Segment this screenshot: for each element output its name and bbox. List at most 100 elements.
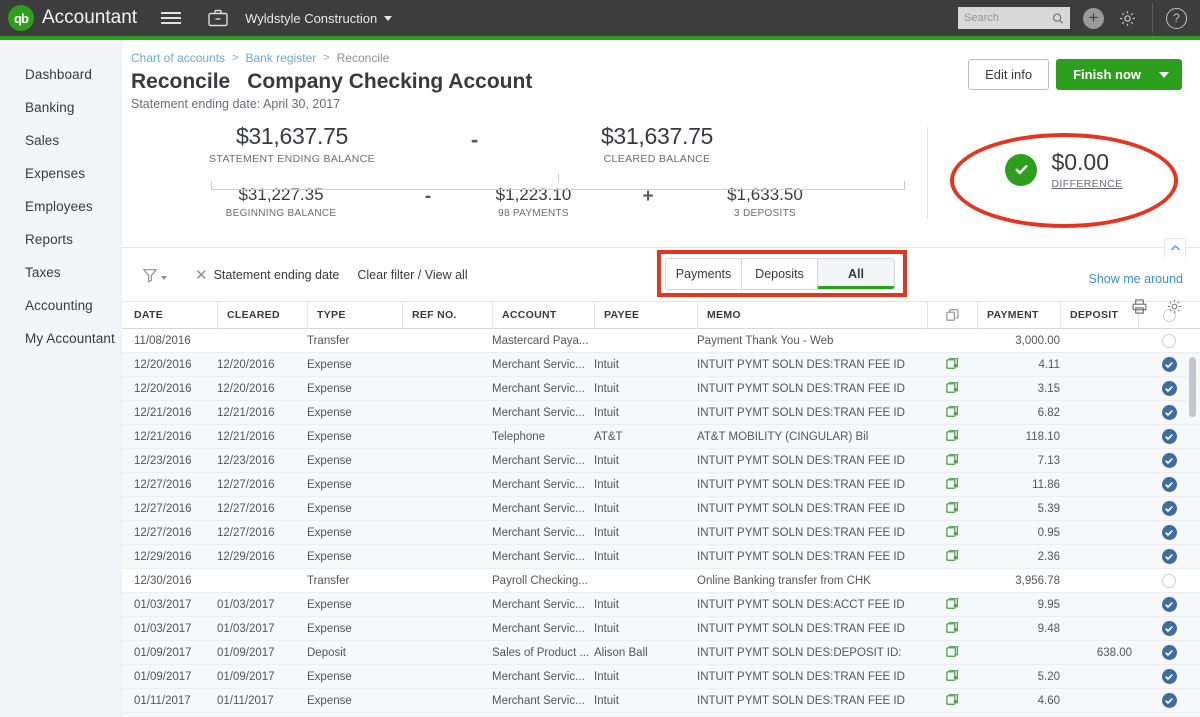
table-row[interactable]: 12/21/201612/21/2016ExpenseMerchant Serv… bbox=[122, 401, 1200, 425]
cell-attachment[interactable] bbox=[927, 525, 977, 540]
cleared-checkbox-unchecked[interactable] bbox=[1162, 574, 1176, 588]
cleared-checkbox-checked[interactable] bbox=[1162, 621, 1177, 636]
cleared-checkbox-checked[interactable] bbox=[1162, 525, 1177, 540]
table-row[interactable]: 01/09/201701/09/2017DepositSales of Prod… bbox=[122, 641, 1200, 665]
cell-memo: INTUIT PYMT SOLN DES:TRAN FEE ID bbox=[697, 551, 927, 563]
col-header-payee[interactable]: PAYEE bbox=[594, 302, 697, 329]
col-header-payment[interactable]: PAYMENT (USD) bbox=[977, 302, 1060, 329]
company-switcher[interactable]: Wyldstyle Construction bbox=[245, 11, 392, 26]
cell-cleared-date: 01/03/2017 bbox=[217, 623, 307, 635]
cleared-checkbox-checked[interactable] bbox=[1162, 477, 1177, 492]
cell-cleared-date: 12/27/2016 bbox=[217, 527, 307, 539]
difference-label[interactable]: DIFFERENCE bbox=[1051, 178, 1122, 190]
table-row[interactable]: 12/20/201612/20/2016ExpenseMerchant Serv… bbox=[122, 377, 1200, 401]
hamburger-menu-icon[interactable] bbox=[161, 12, 181, 24]
table-row[interactable]: 01/11/201701/11/2017ExpenseMerchant Serv… bbox=[122, 689, 1200, 713]
search-container[interactable] bbox=[958, 7, 1070, 29]
table-row[interactable]: 12/21/201612/21/2016ExpenseTelephoneAT&T… bbox=[122, 425, 1200, 449]
cleared-checkbox-checked[interactable] bbox=[1162, 549, 1177, 564]
cleared-checkbox-checked[interactable] bbox=[1162, 501, 1177, 516]
cleared-checkbox-checked[interactable] bbox=[1162, 693, 1177, 708]
table-row[interactable]: 01/09/201701/09/2017ExpenseMerchant Serv… bbox=[122, 665, 1200, 689]
table-row[interactable]: 11/08/2016TransferMastercard Paya...Paym… bbox=[122, 329, 1200, 353]
sidebar-item-sales[interactable]: Sales bbox=[0, 124, 121, 157]
table-row[interactable]: 12/29/201612/29/2016ExpenseMerchant Serv… bbox=[122, 545, 1200, 569]
sidebar-item-expenses[interactable]: Expenses bbox=[0, 157, 121, 190]
cell-attachment[interactable] bbox=[927, 429, 977, 444]
col-header-account[interactable]: ACCOUNT bbox=[492, 302, 594, 329]
col-header-ref-no[interactable]: REF NO. bbox=[402, 302, 492, 329]
sidebar-item-accounting[interactable]: Accounting bbox=[0, 289, 121, 322]
sidebar-item-my-accountant[interactable]: My Accountant bbox=[0, 322, 121, 355]
sidebar-item-dashboard[interactable]: Dashboard bbox=[0, 58, 121, 91]
edit-info-button[interactable]: Edit info bbox=[968, 59, 1049, 90]
cell-attachment[interactable] bbox=[927, 381, 977, 396]
cleared-checkbox-checked[interactable] bbox=[1162, 669, 1177, 684]
cleared-checkbox-unchecked[interactable] bbox=[1162, 334, 1176, 348]
cleared-checkbox-checked[interactable] bbox=[1162, 453, 1177, 468]
cell-attachment[interactable] bbox=[927, 645, 977, 660]
tab-deposits[interactable]: Deposits bbox=[742, 259, 818, 289]
cleared-checkbox-checked[interactable] bbox=[1162, 405, 1177, 420]
table-tools bbox=[1131, 298, 1183, 320]
table-row[interactable]: 12/27/201612/27/2016ExpenseMerchant Serv… bbox=[122, 473, 1200, 497]
cell-payee: Intuit bbox=[594, 695, 697, 707]
cell-attachment[interactable] bbox=[927, 357, 977, 372]
tab-payments[interactable]: Payments bbox=[666, 259, 742, 289]
cell-attachment[interactable] bbox=[927, 549, 977, 564]
breadcrumb-chart-of-accounts[interactable]: Chart of accounts bbox=[131, 51, 225, 65]
help-button[interactable]: ? bbox=[1166, 8, 1187, 29]
cell-attachment[interactable] bbox=[927, 453, 977, 468]
table-row[interactable]: 12/23/201612/23/2016ExpenseMerchant Serv… bbox=[122, 449, 1200, 473]
briefcase-icon[interactable] bbox=[207, 8, 229, 28]
clear-filter-link[interactable]: Clear filter / View all bbox=[357, 268, 467, 282]
col-header-deposit[interactable]: DEPOSIT (USD) bbox=[1060, 302, 1138, 329]
table-scrollbar-thumb[interactable] bbox=[1189, 357, 1196, 417]
search-input[interactable] bbox=[964, 12, 1048, 24]
cleared-checkbox-checked[interactable] bbox=[1162, 429, 1177, 444]
cleared-checkbox-checked[interactable] bbox=[1162, 597, 1177, 612]
cell-attachment[interactable] bbox=[927, 477, 977, 492]
cleared-checkbox-checked[interactable] bbox=[1162, 381, 1177, 396]
cleared-checkbox-checked[interactable] bbox=[1162, 357, 1177, 372]
print-button[interactable] bbox=[1131, 298, 1148, 320]
chevron-down-icon[interactable] bbox=[1159, 72, 1169, 78]
cell-payment: 9.48 bbox=[977, 623, 1060, 635]
add-doc-icon bbox=[945, 405, 960, 420]
transactions-table-body[interactable]: 11/08/2016TransferMastercard Paya...Paym… bbox=[122, 329, 1200, 717]
cell-payment: 4.60 bbox=[977, 695, 1060, 707]
sidebar-item-employees[interactable]: Employees bbox=[0, 190, 121, 223]
filter-funnel-button[interactable] bbox=[142, 267, 167, 283]
cleared-checkbox-checked[interactable] bbox=[1162, 645, 1177, 660]
table-row[interactable]: 01/03/201701/03/2017ExpenseMerchant Serv… bbox=[122, 617, 1200, 641]
sidebar-item-reports[interactable]: Reports bbox=[0, 223, 121, 256]
table-row[interactable]: 12/27/201612/27/2016ExpenseMerchant Serv… bbox=[122, 497, 1200, 521]
col-header-date[interactable]: DATE bbox=[122, 309, 217, 321]
cell-attachment[interactable] bbox=[927, 621, 977, 636]
cell-attachment[interactable] bbox=[927, 501, 977, 516]
col-header-type[interactable]: TYPE bbox=[307, 302, 402, 329]
table-scrollbar-track[interactable] bbox=[1191, 329, 1198, 717]
sidebar-item-taxes[interactable]: Taxes bbox=[0, 256, 121, 289]
cell-attachment[interactable] bbox=[927, 597, 977, 612]
table-row[interactable]: 12/20/201612/20/2016ExpenseMerchant Serv… bbox=[122, 353, 1200, 377]
col-header-memo[interactable]: MEMO bbox=[697, 302, 927, 329]
cell-attachment[interactable] bbox=[927, 669, 977, 684]
cell-account: Sales of Product ... bbox=[492, 647, 594, 659]
settings-gear-button[interactable] bbox=[1117, 8, 1138, 29]
table-row[interactable]: 01/12/201701/12/2017ExpenseMerchant Serv… bbox=[122, 713, 1200, 717]
table-row[interactable]: 01/03/201701/03/2017ExpenseMerchant Serv… bbox=[122, 593, 1200, 617]
table-settings-button[interactable] bbox=[1166, 298, 1183, 320]
add-new-button[interactable]: + bbox=[1083, 8, 1104, 29]
sidebar-item-banking[interactable]: Banking bbox=[0, 91, 121, 124]
table-row[interactable]: 12/30/2016TransferPayroll Checking...Onl… bbox=[122, 569, 1200, 593]
cell-attachment[interactable] bbox=[927, 693, 977, 708]
table-row[interactable]: 12/27/201612/27/2016ExpenseMerchant Serv… bbox=[122, 521, 1200, 545]
cell-cleared-date: 01/09/2017 bbox=[217, 647, 307, 659]
cell-attachment[interactable] bbox=[927, 405, 977, 420]
finish-now-button[interactable]: Finish now bbox=[1056, 59, 1182, 90]
col-header-cleared-date[interactable]: CLEARED DATE bbox=[217, 302, 307, 329]
tab-all[interactable]: All bbox=[818, 259, 894, 289]
remove-filter-icon[interactable]: ✕ bbox=[195, 266, 208, 284]
breadcrumb-bank-register[interactable]: Bank register bbox=[246, 51, 317, 65]
